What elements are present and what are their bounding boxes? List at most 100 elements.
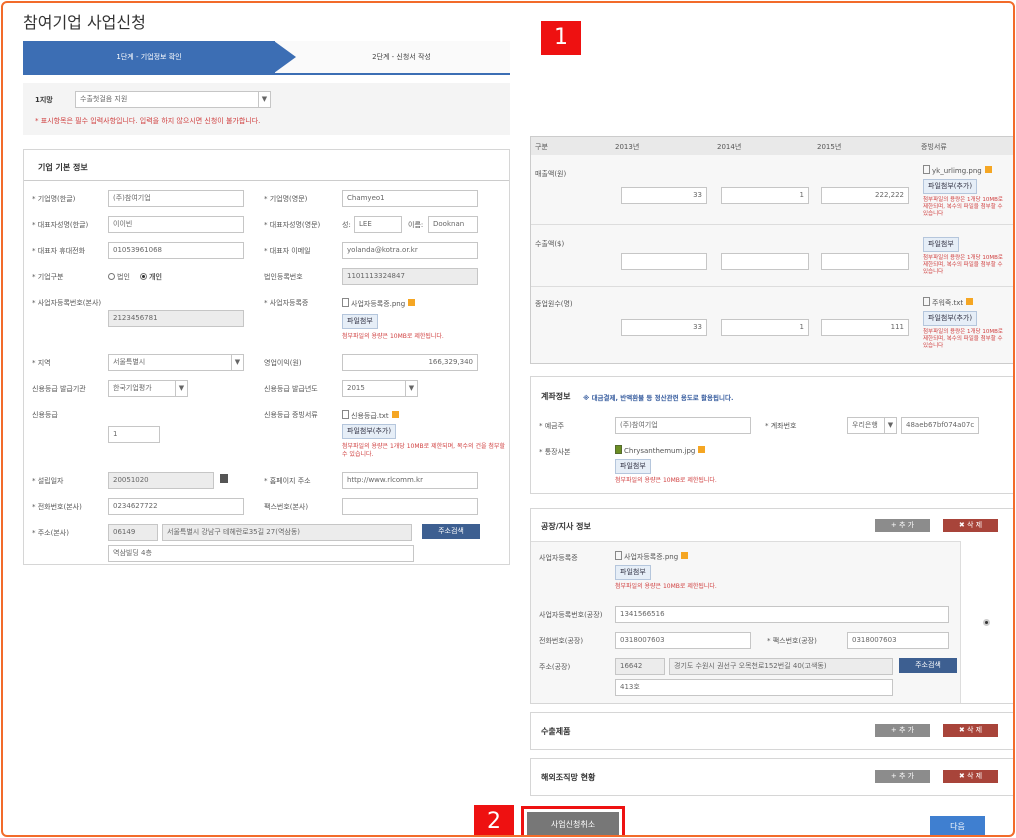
page-frame: 참여기업 사업신청 1단계 - 기업정보 확인 2단계 - 신청서 작성 1지망…: [1, 1, 1015, 837]
step-bar: 1단계 - 기업정보 확인 2단계 - 신청서 작성: [23, 41, 510, 75]
ceo-en-label: * 대표자성명(영문): [264, 221, 321, 229]
finance-file-button[interactable]: 파일첨부(추가): [923, 311, 978, 326]
chevron-down-icon: ▼: [405, 381, 417, 396]
finance-cell[interactable]: 33: [621, 319, 707, 336]
fax-label: 팩스번호(본사): [264, 503, 309, 511]
delete-file-icon[interactable]: [408, 299, 416, 306]
factory-fax-input[interactable]: 0318007603: [847, 632, 949, 649]
factory-addr2-input[interactable]: 413호: [615, 679, 893, 696]
type-radio-corp[interactable]: 법인: [108, 272, 130, 282]
ceo-first-input[interactable]: LEE: [354, 216, 402, 233]
finance-cell[interactable]: 1: [721, 319, 809, 336]
factory-biz-no-input[interactable]: 1341566516: [615, 606, 949, 623]
bankbook-file-button[interactable]: 파일첨부: [615, 459, 651, 474]
tel-label: * 전화번호(본사): [32, 503, 82, 511]
radio-icon: [108, 273, 115, 280]
ceo-kr-input[interactable]: 이이빈: [108, 216, 244, 233]
factory-add-button[interactable]: + 추 가: [875, 519, 930, 532]
ceo-email-input[interactable]: yolanda@kotra.or.kr: [342, 242, 478, 259]
finance-note: 첨부파일의 용량은 1개당 10MB로 제한되며, 복수의 파일을 첨부할 수 …: [923, 255, 1003, 275]
region-select[interactable]: 서울특별시 ▼: [108, 354, 244, 371]
cancel-application-button[interactable]: 사업신청취소: [527, 812, 619, 835]
ceo-first-label: 성:: [342, 221, 351, 229]
factory-section: 공장/지사 정보 + 추 가 ✖ 삭 제 사업자등록증 사업자등록증.png 파…: [530, 508, 1013, 704]
chevron-down-icon: ▼: [175, 381, 187, 396]
export-add-button[interactable]: + 추 가: [875, 724, 930, 737]
acct-label: * 계좌번호: [765, 422, 797, 430]
biz-cert-file: 사업자등록증.png: [342, 298, 416, 309]
finance-cell[interactable]: [621, 253, 707, 270]
biz-no-input[interactable]: 2123456781: [108, 310, 244, 327]
addr1-input[interactable]: 서울특별시 강남구 테헤란로35길 27(역삼동): [162, 524, 412, 541]
homepage-input[interactable]: http://www.rlcomm.kr: [342, 472, 478, 489]
credit-year-select[interactable]: 2015 ▼: [342, 380, 418, 397]
choice-section: 1지망 수출첫걸음 지원 ▼ * 표시항목은 필수 입력사항입니다. 입력을 하…: [23, 83, 510, 135]
chevron-down-icon: ▼: [231, 355, 243, 370]
factory-addr-search-button[interactable]: 주소검색: [899, 658, 957, 673]
addr-label: * 주소(본사): [32, 529, 69, 537]
acct-input[interactable]: 48aeb67bf074a07c: [901, 417, 979, 434]
next-button[interactable]: 다음: [930, 816, 985, 835]
overseas-add-button[interactable]: + 추 가: [875, 770, 930, 783]
file-icon: [342, 410, 349, 419]
calendar-icon[interactable]: [220, 474, 228, 483]
holder-input[interactable]: (주)참여기업: [615, 417, 751, 434]
ceo-kr-label: * 대표자성명(한글): [32, 221, 89, 229]
step-1-label: 1단계 - 기업정보 확인: [116, 53, 182, 61]
finance-row-label: 매출액(원): [535, 170, 567, 178]
credit-year-label: 신용등급 발급년도: [264, 385, 318, 393]
choice-select[interactable]: 수출첫걸음 지원 ▼: [75, 91, 271, 108]
delete-file-icon[interactable]: [698, 446, 706, 453]
factory-tel-input[interactable]: 0318007603: [615, 632, 751, 649]
finance-cell[interactable]: 111: [821, 319, 909, 336]
credit-doc-note: 첨부파일의 용량은 1개당 10MB로 제한되며, 복수의 건을 첨부할 수 있…: [342, 443, 505, 458]
ceo-last-input[interactable]: Dooknan: [428, 216, 478, 233]
credit-org-select[interactable]: 한국기업평가 ▼: [108, 380, 188, 397]
bank-select[interactable]: 우리은행 ▼: [847, 417, 897, 434]
factory-cert-file-button[interactable]: 파일첨부: [615, 565, 651, 580]
finance-cell[interactable]: 1: [721, 187, 809, 204]
finance-file: yk_urlimg.png: [923, 165, 992, 175]
finance-cell[interactable]: [821, 253, 909, 270]
factory-tel-label: 전화번호(공장): [539, 637, 584, 645]
delete-file-icon[interactable]: [391, 411, 399, 418]
credit-doc-file-button[interactable]: 파일첨부(추가): [342, 424, 397, 439]
credit-grade-input[interactable]: 1: [108, 426, 160, 443]
delete-file-icon[interactable]: [984, 166, 992, 173]
finance-cell[interactable]: 222,222: [821, 187, 909, 204]
finance-file-button[interactable]: 파일첨부: [923, 237, 959, 252]
file-icon: [923, 165, 930, 174]
factory-zip-input[interactable]: 16642: [615, 658, 665, 675]
ceo-phone-input[interactable]: 01053961068: [108, 242, 244, 259]
biz-cert-file-button[interactable]: 파일첨부: [342, 314, 378, 329]
delete-file-icon[interactable]: [966, 298, 974, 305]
addr2-input[interactable]: 역삼빌딩 4층: [108, 545, 414, 562]
finance-file-button[interactable]: 파일첨부(추가): [923, 179, 978, 194]
name-en-input[interactable]: Chamyeo1: [342, 190, 478, 207]
overseas-delete-button[interactable]: ✖ 삭 제: [943, 770, 998, 783]
delete-file-icon[interactable]: [681, 552, 689, 559]
finance-cell[interactable]: 33: [621, 187, 707, 204]
fax-input[interactable]: [342, 498, 478, 515]
ceo-last-label: 이름:: [408, 221, 424, 229]
profit-input[interactable]: 166,329,340: [342, 354, 478, 371]
found-input[interactable]: 20051020: [108, 472, 214, 489]
export-products-title: 수출제품: [541, 727, 571, 736]
finance-header-1: 2013년: [615, 143, 640, 151]
factory-select-radio[interactable]: [983, 619, 990, 626]
zip-input[interactable]: 06149: [108, 524, 158, 541]
finance-cell[interactable]: [721, 253, 809, 270]
addr-search-button[interactable]: 주소검색: [422, 524, 480, 539]
export-delete-button[interactable]: ✖ 삭 제: [943, 724, 998, 737]
factory-addr1-input[interactable]: 경기도 수원시 권선구 오목천로152번길 40(고색동): [669, 658, 893, 675]
finance-header-0: 구분: [535, 143, 548, 151]
name-kr-input[interactable]: (주)참여기업: [108, 190, 244, 207]
bankbook-file: Chrysanthemum.jpg: [615, 445, 706, 455]
tel-input[interactable]: 0234627722: [108, 498, 244, 515]
corp-no-input[interactable]: 1101113324847: [342, 268, 478, 285]
biz-no-label: * 사업자등록번호(본사): [32, 299, 102, 307]
type-radio-individual[interactable]: 개인: [140, 272, 162, 282]
file-icon: [615, 551, 622, 560]
finance-table: 구분 2013년 2014년 2015년 증빙서류 매출액(원) 33 1 22…: [530, 136, 1013, 364]
factory-delete-button[interactable]: ✖ 삭 제: [943, 519, 998, 532]
